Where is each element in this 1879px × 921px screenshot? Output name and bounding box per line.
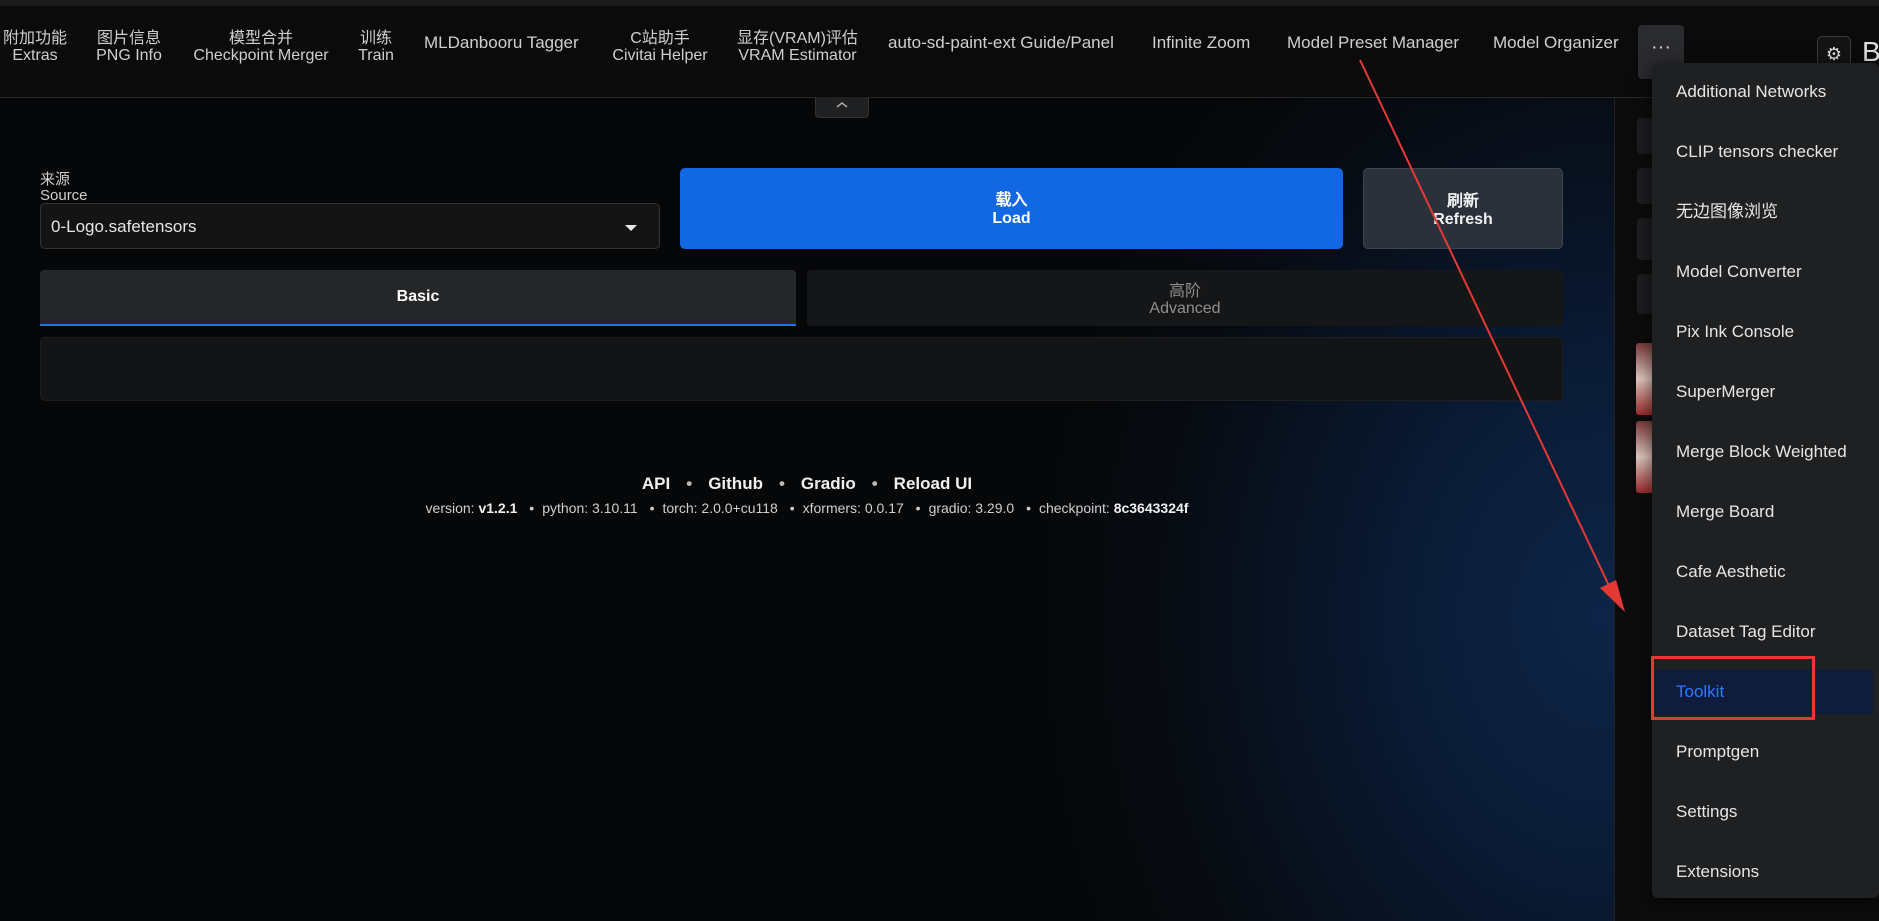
tab-model-preset-manager[interactable]: Model Preset Manager xyxy=(1287,34,1459,51)
tab-checkpoint-merger-cn: 模型合并 xyxy=(228,30,293,47)
footer-links: API • Github • Gradio • Reload UI xyxy=(0,474,1614,494)
tab-infinite-zoom[interactable]: Infinite Zoom xyxy=(1152,34,1250,51)
menu-item-toolkit[interactable]: Toolkit xyxy=(1652,670,1873,714)
refresh-button-cn: 刷新 xyxy=(1446,193,1479,210)
python-version: python: 3.10.11 xyxy=(542,500,638,516)
tab-checkpoint-merger-en: Checkpoint Merger xyxy=(193,47,329,64)
source-label: 来源 Source xyxy=(40,172,88,204)
menu-item-model-converter[interactable]: Model Converter xyxy=(1652,250,1879,294)
tab-vram-estimator[interactable]: 显存(VRAM)评估 VRAM Estimator xyxy=(735,30,860,64)
menu-item-clip-tensors-checker[interactable]: CLIP tensors checker xyxy=(1652,130,1879,174)
tab-model-organizer[interactable]: Model Organizer xyxy=(1493,34,1619,51)
source-label-cn: 来源 xyxy=(40,171,71,188)
menu-item-promptgen[interactable]: Promptgen xyxy=(1652,730,1879,774)
menu-item-merge-block-weighted[interactable]: Merge Block Weighted xyxy=(1652,430,1879,474)
load-button[interactable]: 载入 Load xyxy=(680,168,1343,249)
footer-version-info: version: v1.2.1 • python: 3.10.11 • torch:… xyxy=(425,500,1189,516)
menu-item-settings[interactable]: Settings xyxy=(1652,790,1879,834)
menu-item-dataset-tag-editor[interactable]: Dataset Tag Editor xyxy=(1652,610,1879,654)
footer-separator: • xyxy=(778,474,785,493)
menu-item-pix-ink-console[interactable]: Pix Ink Console xyxy=(1652,310,1879,354)
footer-separator: • xyxy=(686,474,693,493)
tab-train-en: Train xyxy=(358,47,394,64)
tab-mldanbooru-tagger[interactable]: MLDanbooru Tagger xyxy=(424,34,579,51)
tab-extras-cn: 附加功能 xyxy=(2,30,67,47)
menu-item-merge-board[interactable]: Merge Board xyxy=(1652,490,1879,534)
load-button-en: Load xyxy=(992,210,1031,227)
footer-link-github[interactable]: Github xyxy=(708,474,763,493)
gradio-version: gradio: 3.29.0 xyxy=(928,500,1015,516)
caret-down-icon xyxy=(625,225,637,231)
tab-checkpoint-merger[interactable]: 模型合并 Checkpoint Merger xyxy=(190,30,332,64)
menu-item-cafe-aesthetic[interactable]: Cafe Aesthetic xyxy=(1652,550,1879,594)
source-selected-value: 0-Logo.safetensors xyxy=(51,217,197,236)
footer-link-gradio[interactable]: Gradio xyxy=(801,474,856,493)
menu-item-infinite-image-browsing[interactable]: 无边图像浏览 xyxy=(1652,190,1879,234)
refresh-button[interactable]: 刷新 Refresh xyxy=(1363,168,1563,249)
menu-item-supermerger[interactable]: SuperMerger xyxy=(1652,370,1879,414)
checkpoint-value: 8c3643324f xyxy=(1113,500,1189,516)
tab-advanced-cn: 高阶 xyxy=(1168,283,1201,300)
tab-advanced-en: Advanced xyxy=(1149,300,1221,317)
tab-extras-en: Extras xyxy=(12,47,58,64)
checkpoint-label: checkpoint: xyxy=(1038,500,1110,516)
menu-item-additional-networks[interactable]: Additional Networks xyxy=(1652,70,1879,114)
source-label-en: Source xyxy=(40,187,88,204)
tab-advanced[interactable]: 高阶 Advanced xyxy=(807,270,1563,326)
source-dropdown[interactable]: 0-Logo.safetensors xyxy=(40,203,660,249)
footer-link-api[interactable]: API xyxy=(642,474,670,493)
load-button-cn: 载入 xyxy=(995,192,1028,209)
tab-train-cn: 训练 xyxy=(359,30,392,47)
basic-content-panel xyxy=(40,337,1563,401)
tab-auto-sd-paint-ext[interactable]: auto-sd-paint-ext Guide/Panel xyxy=(888,34,1114,51)
tab-basic[interactable]: Basic xyxy=(40,270,796,326)
tab-extras[interactable]: 附加功能 Extras xyxy=(0,30,70,64)
tab-png-info-en: PNG Info xyxy=(96,47,162,64)
torch-version: torch: 2.0.0+cu118 xyxy=(662,500,778,516)
footer-link-reload-ui[interactable]: Reload UI xyxy=(894,474,972,493)
tab-vram-estimator-cn: 显存(VRAM)评估 xyxy=(737,30,858,47)
top-nav-bar: 附加功能 Extras 图片信息 PNG Info 模型合并 Checkpoin… xyxy=(0,6,1879,98)
menu-item-extensions[interactable]: Extensions xyxy=(1652,850,1879,894)
version-label: version: xyxy=(425,500,475,516)
tab-vram-estimator-en: VRAM Estimator xyxy=(738,47,857,64)
tab-civitai-helper[interactable]: C站助手 Civitai Helper xyxy=(610,30,710,64)
chevron-up-icon xyxy=(836,102,848,108)
tab-civitai-helper-cn: C站助手 xyxy=(630,30,690,47)
refresh-button-en: Refresh xyxy=(1433,211,1493,228)
more-tabs-dropdown: Additional Networks CLIP tensors checker… xyxy=(1652,63,1879,898)
footer-separator: • xyxy=(871,474,878,493)
xformers-version: xformers: 0.0.17 xyxy=(802,500,904,516)
tab-train[interactable]: 训练 Train xyxy=(356,30,396,64)
version-value: v1.2.1 xyxy=(478,500,518,516)
collapse-handle[interactable] xyxy=(815,97,869,118)
tab-png-info-cn: 图片信息 xyxy=(96,30,161,47)
tab-png-info[interactable]: 图片信息 PNG Info xyxy=(94,30,164,64)
tab-civitai-helper-en: Civitai Helper xyxy=(612,47,708,64)
